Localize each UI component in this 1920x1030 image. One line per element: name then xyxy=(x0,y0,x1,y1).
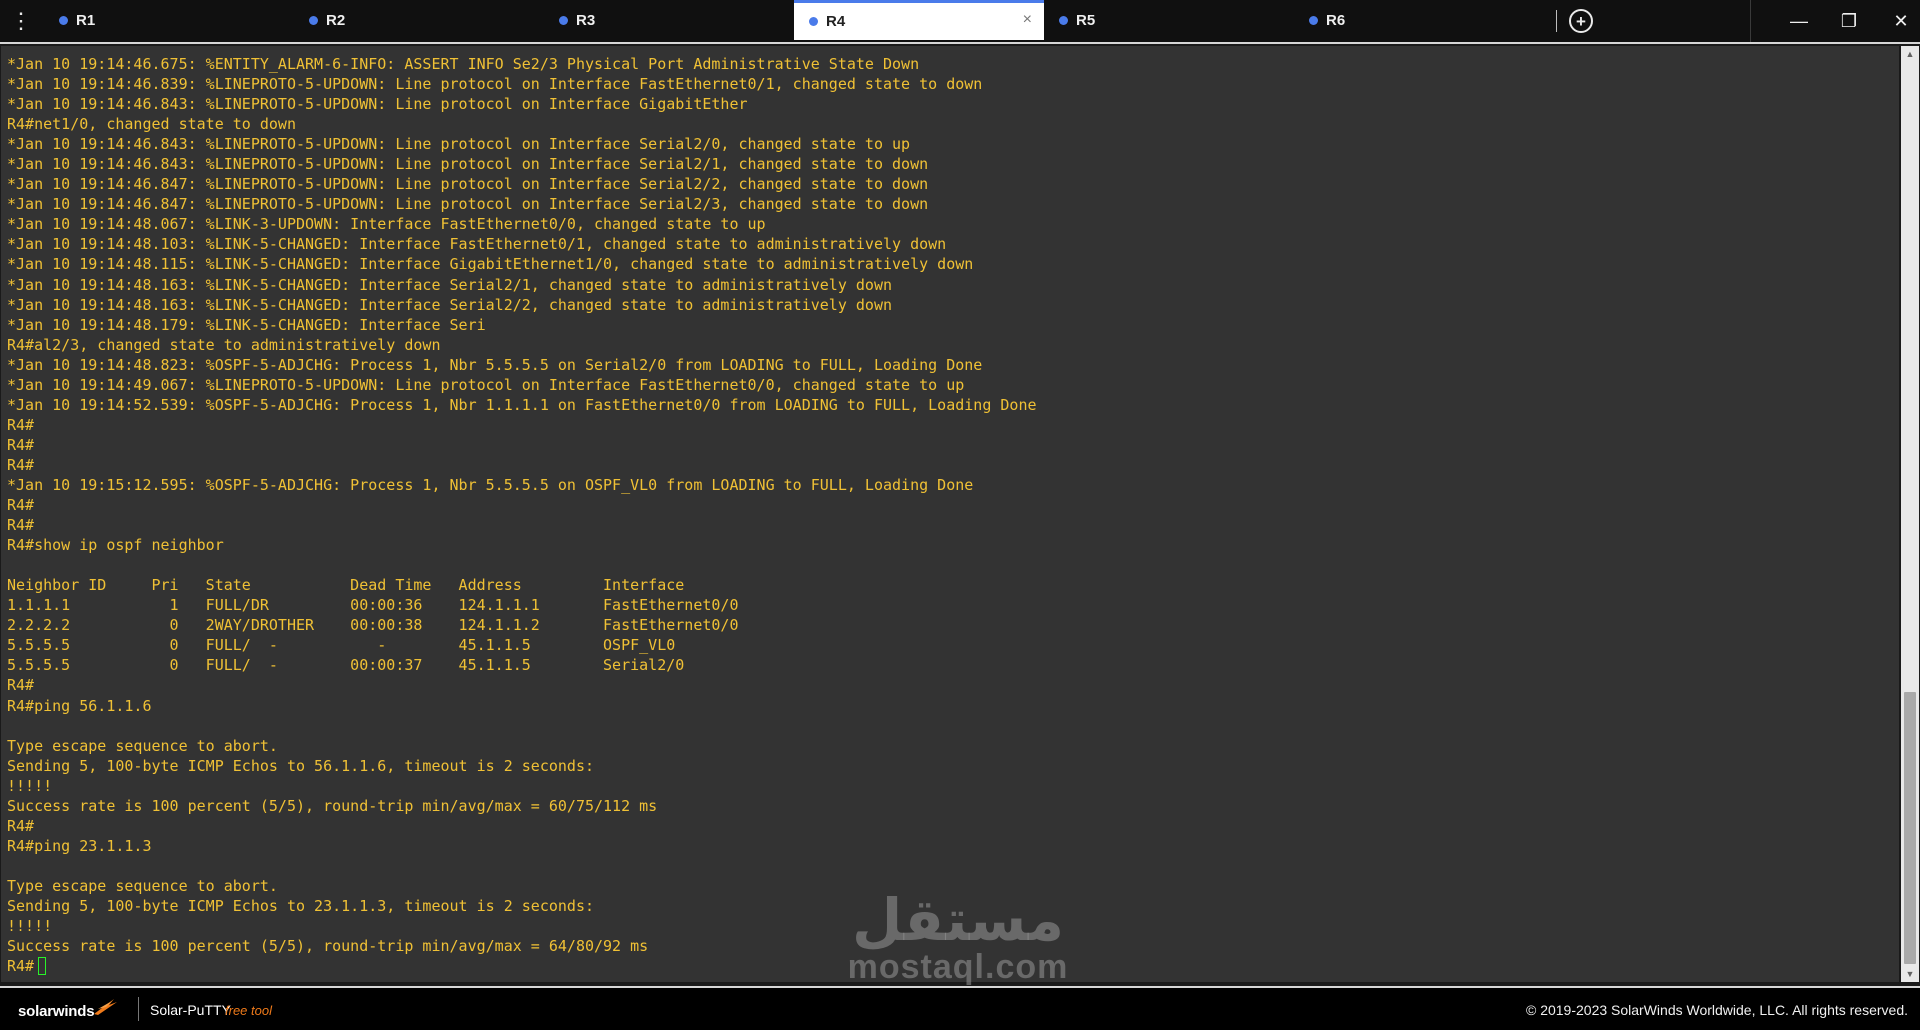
footer-divider xyxy=(138,997,139,1021)
terminal-line: R4#net1/0, changed state to down xyxy=(7,115,296,134)
tab-bar: ⋮ R1 R2 R3 R4 × R5 R6 + — ❐ ✕ xyxy=(0,0,1920,44)
terminal-line: R4# xyxy=(7,435,35,454)
product-name: Solar-PuTTY xyxy=(150,1002,231,1018)
tab-label: R1 xyxy=(76,11,96,29)
terminal-line: *Jan 10 19:14:48.163: %LINK-5-CHANGED: I… xyxy=(7,275,893,294)
tab-label: R3 xyxy=(576,11,596,29)
terminal-line: 5.5.5.5 0 FULL/ - - 45.1.1.5 OSPF_VL0 xyxy=(7,636,676,655)
terminal-line: Sending 5, 100-byte ICMP Echos to 23.1.1… xyxy=(7,896,594,915)
terminal-line: *Jan 10 19:14:52.539: %OSPF-5-ADJCHG: Pr… xyxy=(7,395,1037,414)
terminal-line: *Jan 10 19:14:48.067: %LINK-3-UPDOWN: In… xyxy=(7,215,766,234)
terminal-line: *Jan 10 19:15:12.595: %OSPF-5-ADJCHG: Pr… xyxy=(7,475,974,494)
terminal-line: *Jan 10 19:14:48.823: %OSPF-5-ADJCHG: Pr… xyxy=(7,355,983,374)
session-status-icon xyxy=(1309,15,1318,25)
window-controls-divider xyxy=(1750,0,1751,42)
terminal-line: *Jan 10 19:14:46.847: %LINEPROTO-5-UPDOW… xyxy=(7,175,929,194)
terminal-line: R4#ping 23.1.1.3 xyxy=(7,836,152,855)
brand-name: solarwinds xyxy=(18,1003,95,1020)
terminal-line: R4#al2/3, changed state to administrativ… xyxy=(7,335,441,354)
terminal-line: R4# xyxy=(7,455,35,474)
terminal-line: *Jan 10 19:14:46.675: %ENTITY_ALARM-6-IN… xyxy=(7,55,920,73)
scroll-down-arrow-icon[interactable]: ▼ xyxy=(1901,966,1919,982)
close-window-button[interactable]: ✕ xyxy=(1875,0,1920,42)
terminal-line: Type escape sequence to abort. xyxy=(7,876,278,895)
terminal-line: Success rate is 100 percent (5/5), round… xyxy=(7,796,658,815)
terminal-line: *Jan 10 19:14:48.115: %LINK-5-CHANGED: I… xyxy=(7,255,974,274)
session-status-icon xyxy=(559,15,568,25)
terminal-line: R4#ping 56.1.1.6 xyxy=(7,696,152,715)
session-status-icon xyxy=(309,15,318,25)
terminal-text: *Jan 10 19:14:46.675: %ENTITY_ALARM-6-IN… xyxy=(7,54,1037,976)
terminal-line: *Jan 10 19:14:48.179: %LINK-5-CHANGED: I… xyxy=(7,315,486,334)
tab-r5[interactable]: R5 xyxy=(1044,0,1294,40)
terminal-line: *Jan 10 19:14:46.847: %LINEPROTO-5-UPDOW… xyxy=(7,195,929,214)
terminal-line: Success rate is 100 percent (5/5), round… xyxy=(7,937,649,956)
terminal-line: !!!!! xyxy=(7,917,53,936)
terminal-line: R4# xyxy=(7,816,35,835)
terminal-line: 5.5.5.5 0 FULL/ - 00:00:37 45.1.1.5 Seri… xyxy=(7,656,685,675)
terminal-line: *Jan 10 19:14:48.163: %LINK-5-CHANGED: I… xyxy=(7,295,893,314)
restore-button[interactable]: ❐ xyxy=(1823,0,1875,42)
terminal-line: R4# xyxy=(7,496,35,515)
product-tagline: free tool xyxy=(225,1003,272,1018)
terminal-line: !!!!! xyxy=(7,776,53,795)
tab-r6[interactable]: R6 xyxy=(1294,0,1544,40)
terminal-line: *Jan 10 19:14:48.103: %LINK-5-CHANGED: I… xyxy=(7,235,947,254)
terminal-cursor xyxy=(38,957,46,975)
session-status-icon xyxy=(59,15,68,25)
terminal-line: Type escape sequence to abort. xyxy=(7,736,278,755)
terminal-line: *Jan 10 19:14:46.843: %LINEPROTO-5-UPDOW… xyxy=(7,135,911,154)
terminal-line: 1.1.1.1 1 FULL/DR 00:00:36 124.1.1.1 Fas… xyxy=(7,596,739,615)
terminal-line: *Jan 10 19:14:46.843: %LINEPROTO-5-UPDOW… xyxy=(7,95,748,114)
terminal-line: R4# xyxy=(7,957,35,976)
footer-bar: solarwinds Solar-PuTTY free tool © 2019-… xyxy=(0,986,1920,1030)
scroll-up-arrow-icon[interactable]: ▲ xyxy=(1901,46,1919,62)
terminal-output[interactable]: *Jan 10 19:14:46.675: %ENTITY_ALARM-6-IN… xyxy=(1,46,1899,982)
copyright-text: © 2019-2023 SolarWinds Worldwide, LLC. A… xyxy=(1525,1002,1908,1018)
add-tab-icon[interactable]: + xyxy=(1569,9,1593,33)
terminal-line: R4# xyxy=(7,676,35,695)
tab-r4[interactable]: R4 × xyxy=(794,0,1044,40)
terminal-line: R4# xyxy=(7,516,35,535)
tab-close-icon[interactable]: × xyxy=(1023,11,1032,29)
terminal-line: *Jan 10 19:14:46.843: %LINEPROTO-5-UPDOW… xyxy=(7,155,929,174)
menu-dots-icon[interactable]: ⋮ xyxy=(0,0,42,42)
terminal-line: *Jan 10 19:14:46.839: %LINEPROTO-5-UPDOW… xyxy=(7,75,983,94)
vertical-scrollbar[interactable]: ▲ ▼ xyxy=(1901,46,1919,982)
session-status-icon xyxy=(1059,15,1068,25)
tab-label: R5 xyxy=(1076,11,1096,29)
tab-divider xyxy=(1556,10,1557,32)
minimize-button[interactable]: — xyxy=(1773,0,1825,42)
tab-label: R6 xyxy=(1326,11,1346,29)
terminal-line: Sending 5, 100-byte ICMP Echos to 56.1.1… xyxy=(7,756,594,775)
tab-r3[interactable]: R3 xyxy=(544,0,794,40)
solarwinds-logo-icon xyxy=(94,999,117,1015)
terminal-line: 2.2.2.2 0 2WAY/DROTHER 00:00:38 124.1.1.… xyxy=(7,616,739,635)
terminal-line: R4#show ip ospf neighbor xyxy=(7,536,224,555)
terminal-line: R4# xyxy=(7,415,35,434)
tab-r1[interactable]: R1 xyxy=(44,0,294,40)
terminal-line: Neighbor ID Pri State Dead Time Address … xyxy=(7,576,685,595)
terminal-line: *Jan 10 19:14:49.067: %LINEPROTO-5-UPDOW… xyxy=(7,375,965,394)
tab-label: R4 xyxy=(826,13,846,30)
tab-r2[interactable]: R2 xyxy=(294,0,544,40)
session-status-icon xyxy=(809,17,818,26)
scrollbar-thumb[interactable] xyxy=(1904,692,1916,964)
tab-label: R2 xyxy=(326,11,346,29)
